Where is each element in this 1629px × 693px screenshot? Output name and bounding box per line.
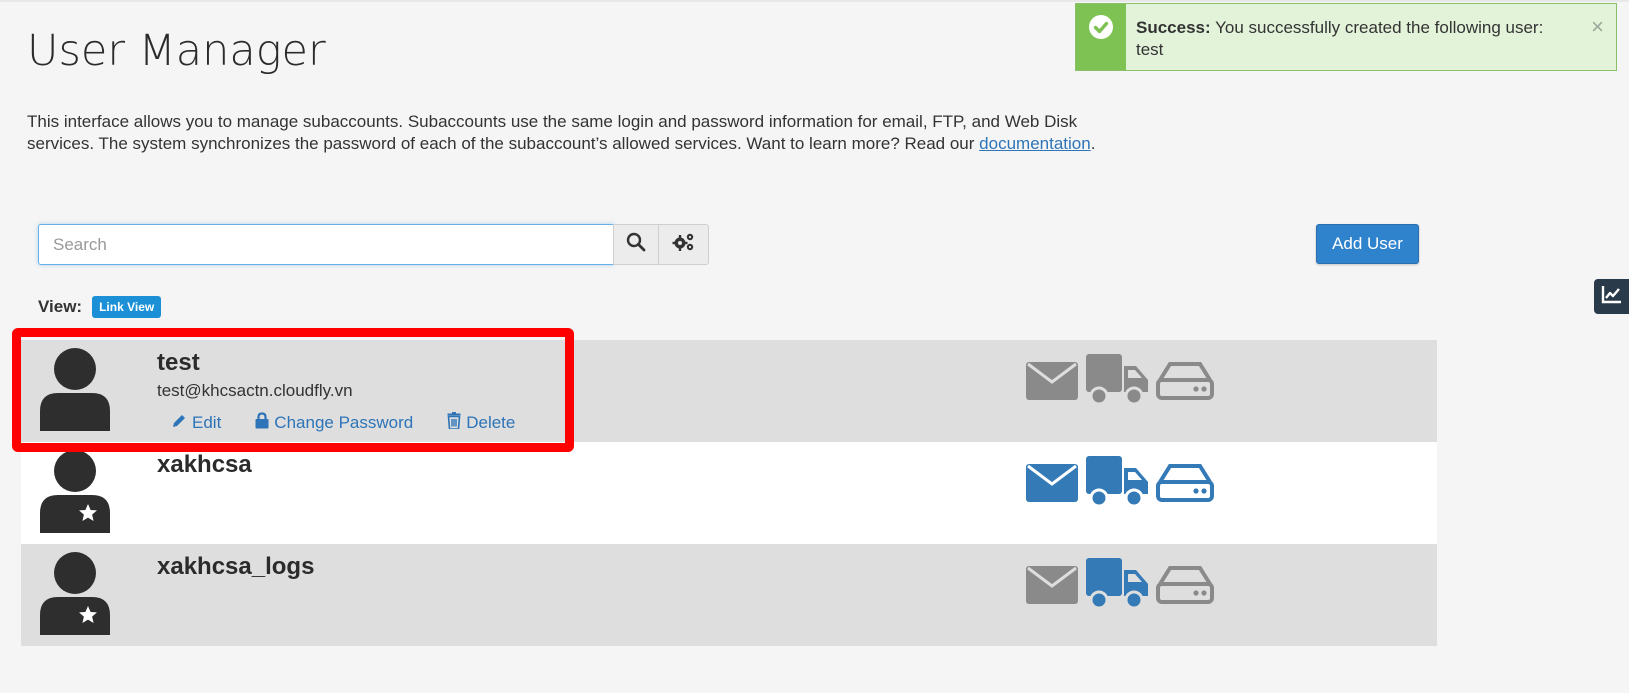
user-name: xakhcsa [157,451,252,478]
page-title: User Manager [27,26,326,76]
link-view-badge[interactable]: Link View [92,296,162,318]
delete-label: Delete [466,413,516,432]
webdisk-drive-icon[interactable] [1156,564,1214,604]
edit-link[interactable]: Edit [171,412,221,434]
ftp-truck-icon[interactable] [1086,354,1148,406]
alert-label: Success: [1136,18,1211,37]
documentation-link[interactable]: documentation [979,134,1091,153]
user-row: test test@khcsactn.cloudfly.vn Edit Chan… [21,340,1437,442]
user-row: xakhcsa [21,442,1437,544]
search-button[interactable] [613,224,659,265]
trash-icon [447,412,461,434]
webdisk-drive-icon[interactable] [1156,462,1214,502]
intro-text: This interface allows you to manage suba… [27,112,1078,153]
alert-close-button[interactable]: × [1591,14,1604,40]
user-name: xakhcsa_logs [157,553,315,580]
search-icon [626,232,646,257]
email-icon[interactable] [1026,462,1078,502]
ftp-truck-icon[interactable] [1086,456,1148,508]
search-input[interactable] [38,224,614,265]
pencil-icon [171,413,187,434]
view-switcher: View: Link View [38,296,162,318]
user-email: test@khcsactn.cloudfly.vn [157,381,353,400]
view-label: View: [38,297,83,316]
add-user-button[interactable]: Add User [1316,224,1419,264]
user-star-icon [38,449,112,533]
check-circle-icon [1089,15,1113,39]
intro-end: . [1090,134,1096,153]
alert-icon-box [1076,4,1126,70]
stats-side-tab[interactable] [1594,279,1629,314]
settings-button[interactable] [658,224,709,265]
ftp-truck-icon[interactable] [1086,558,1148,610]
user-row: xakhcsa_logs [21,544,1437,646]
user-services [1026,456,1214,508]
edit-label: Edit [192,413,222,432]
user-services [1026,354,1214,406]
user-star-icon [38,551,112,635]
user-list: test test@khcsactn.cloudfly.vn Edit Chan… [21,340,1437,646]
change-password-link[interactable]: Change Password [255,412,413,434]
user-services [1026,558,1214,610]
delete-link[interactable]: Delete [447,412,515,434]
user-actions: Edit Change Password Delete [171,412,549,434]
chart-line-icon [1601,284,1623,309]
alert-message-wrap: Success: You successfully created the fo… [1136,17,1566,61]
webdisk-drive-icon[interactable] [1156,360,1214,400]
gears-icon [672,232,696,257]
user-icon [38,347,112,431]
change-password-label: Change Password [274,413,414,432]
success-alert: Success: You successfully created the fo… [1075,3,1617,71]
lock-icon [255,412,269,434]
email-icon[interactable] [1026,360,1078,400]
top-border [0,0,1629,2]
intro-paragraph: This interface allows you to manage suba… [27,111,1107,155]
email-icon[interactable] [1026,564,1078,604]
user-name: test [157,349,200,376]
